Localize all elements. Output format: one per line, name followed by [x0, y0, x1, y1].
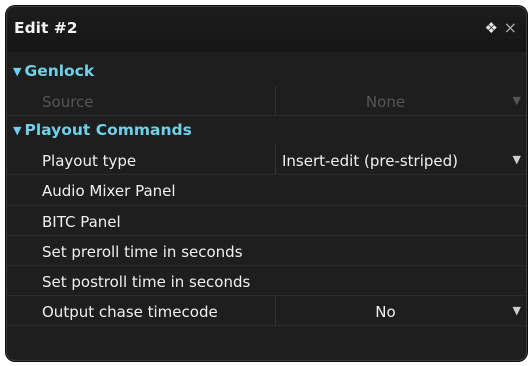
section-label: Playout Commands — [24, 121, 192, 140]
property-row-source: Source None ▼ — [7, 86, 526, 117]
property-row-preroll[interactable]: Set preroll time in seconds — [7, 236, 526, 266]
property-row-postroll[interactable]: Set postroll time in seconds — [7, 266, 526, 297]
property-row-playout-type[interactable]: Playout type Insert-edit (pre-striped) ▼ — [7, 145, 526, 176]
property-value: Insert-edit (pre-striped) — [282, 152, 459, 171]
output-chase-timecode-select[interactable]: No ▼ — [275, 296, 526, 326]
source-select: None ▼ — [275, 86, 526, 116]
property-label: BITC Panel — [42, 212, 121, 231]
property-label: Audio Mixer Panel — [42, 182, 176, 201]
property-grid: ▼ Genlock Source None ▼ ▼ Playout Commands… — [7, 57, 526, 327]
property-row-audio-mixer-panel[interactable]: Audio Mixer Panel — [7, 175, 526, 206]
panel-title: Edit #2 — [14, 19, 78, 37]
section-label: Genlock — [24, 62, 95, 80]
triangle-down-icon: ▼ — [13, 65, 22, 78]
section-header-genlock[interactable]: ▼ Genlock — [7, 57, 526, 86]
property-label: Output chase timecode — [42, 303, 218, 322]
property-label: Playout type — [42, 152, 137, 171]
triangle-down-icon: ▼ — [13, 124, 22, 138]
edit-panel: Edit #2 ❖ × ▼ Genlock Source None ▼ ▼ Play… — [6, 6, 527, 361]
property-label: Set postroll time in seconds — [42, 272, 251, 291]
playout-type-select[interactable]: Insert-edit (pre-striped) ▼ — [275, 145, 526, 175]
property-label: Set preroll time in seconds — [42, 242, 243, 261]
chevron-down-icon: ▼ — [512, 94, 521, 107]
property-value: None — [365, 93, 406, 111]
close-icon[interactable]: × — [504, 18, 517, 37]
property-value: No — [375, 303, 396, 322]
section-header-playout-commands[interactable]: ▼ Playout Commands — [7, 116, 526, 145]
property-label: Source — [42, 93, 94, 111]
chevron-down-icon[interactable]: ▼ — [513, 304, 521, 317]
title-bar[interactable]: Edit #2 ❖ × — [7, 7, 526, 52]
chevron-down-icon[interactable]: ▼ — [513, 153, 521, 166]
property-row-bitc-panel[interactable]: BITC Panel — [7, 206, 526, 236]
pin-icon[interactable]: ❖ — [485, 19, 498, 37]
property-row-output-chase-timecode[interactable]: Output chase timecode No ▼ — [7, 296, 526, 327]
